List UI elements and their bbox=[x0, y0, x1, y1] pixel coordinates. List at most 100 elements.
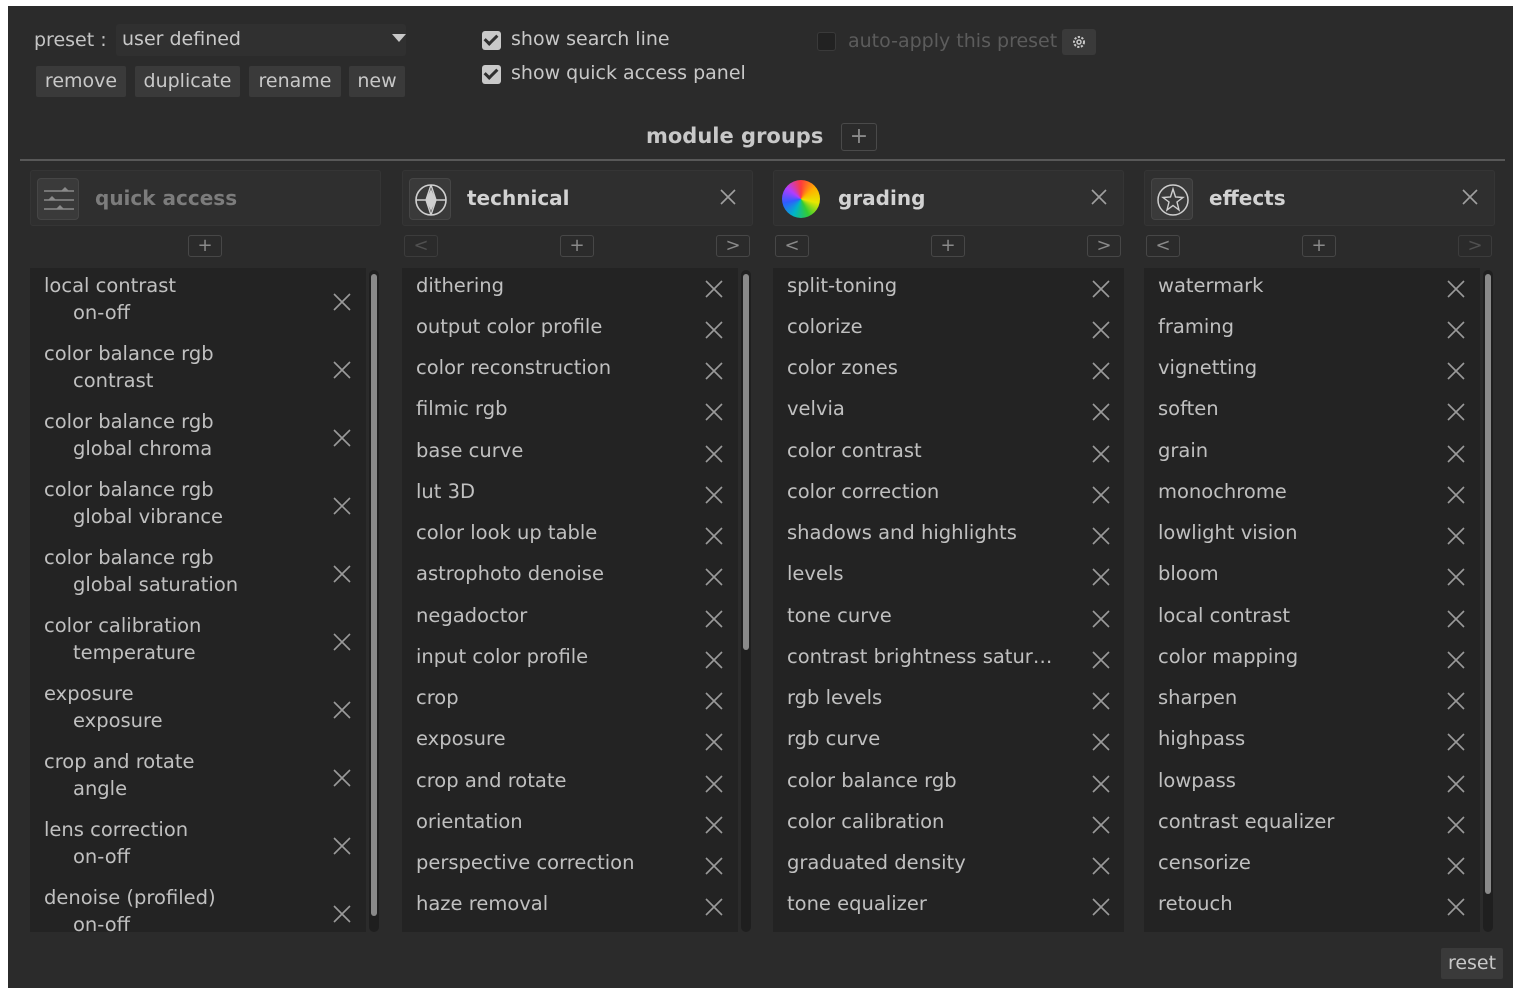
list-item: graduated density bbox=[773, 845, 1124, 886]
add-module-button[interactable]: + bbox=[188, 235, 222, 257]
close-icon[interactable] bbox=[704, 609, 724, 629]
close-icon[interactable] bbox=[1091, 815, 1111, 835]
close-icon[interactable] bbox=[1089, 187, 1109, 207]
close-icon[interactable] bbox=[1091, 361, 1111, 381]
close-icon[interactable] bbox=[1446, 567, 1466, 587]
close-icon[interactable] bbox=[1446, 897, 1466, 917]
close-icon[interactable] bbox=[1446, 732, 1466, 752]
close-icon[interactable] bbox=[1446, 691, 1466, 711]
group-header[interactable]: technical bbox=[402, 170, 753, 226]
close-icon[interactable] bbox=[704, 650, 724, 670]
close-icon[interactable] bbox=[1091, 485, 1111, 505]
list-item: crop bbox=[402, 680, 738, 721]
close-icon[interactable] bbox=[1091, 320, 1111, 340]
rename-button[interactable]: rename bbox=[249, 66, 341, 97]
group-name: quick access bbox=[95, 186, 238, 210]
close-icon[interactable] bbox=[332, 632, 352, 652]
close-icon[interactable] bbox=[1091, 567, 1111, 587]
close-icon[interactable] bbox=[704, 402, 724, 422]
move-right-button[interactable]: > bbox=[1458, 235, 1492, 257]
close-icon[interactable] bbox=[704, 856, 724, 876]
scrollbar[interactable] bbox=[369, 270, 379, 932]
close-icon[interactable] bbox=[1091, 856, 1111, 876]
close-icon[interactable] bbox=[1446, 815, 1466, 835]
add-module-button[interactable]: + bbox=[931, 235, 965, 257]
list-item: shadows and highlights bbox=[773, 515, 1124, 556]
close-icon[interactable] bbox=[1446, 774, 1466, 794]
close-icon[interactable] bbox=[332, 496, 352, 516]
close-icon[interactable] bbox=[1091, 897, 1111, 917]
show-quick-access-panel-checkbox[interactable] bbox=[482, 65, 501, 84]
reset-button[interactable]: reset bbox=[1441, 948, 1503, 979]
close-icon[interactable] bbox=[1446, 650, 1466, 670]
close-icon[interactable] bbox=[704, 691, 724, 711]
duplicate-button[interactable]: duplicate bbox=[135, 66, 240, 97]
close-icon[interactable] bbox=[1091, 774, 1111, 794]
scrollbar-thumb[interactable] bbox=[1485, 274, 1491, 894]
close-icon[interactable] bbox=[704, 526, 724, 546]
scrollbar[interactable] bbox=[741, 270, 751, 932]
close-icon[interactable] bbox=[332, 564, 352, 584]
group-name: technical bbox=[467, 186, 570, 210]
scrollbar[interactable] bbox=[1483, 270, 1493, 932]
close-icon[interactable] bbox=[704, 815, 724, 835]
close-icon[interactable] bbox=[1446, 856, 1466, 876]
close-icon[interactable] bbox=[1446, 402, 1466, 422]
list-item: color balance rgb contrast bbox=[30, 336, 366, 404]
list-item: haze removal bbox=[402, 886, 738, 927]
close-icon[interactable] bbox=[704, 774, 724, 794]
close-icon[interactable] bbox=[1091, 609, 1111, 629]
move-left-button[interactable]: < bbox=[775, 235, 809, 257]
close-icon[interactable] bbox=[1091, 650, 1111, 670]
close-icon[interactable] bbox=[718, 187, 738, 207]
add-module-button[interactable]: + bbox=[560, 235, 594, 257]
close-icon[interactable] bbox=[1446, 526, 1466, 546]
close-icon[interactable] bbox=[1091, 691, 1111, 711]
close-icon[interactable] bbox=[704, 485, 724, 505]
close-icon[interactable] bbox=[1446, 444, 1466, 464]
close-icon[interactable] bbox=[1446, 361, 1466, 381]
close-icon[interactable] bbox=[704, 444, 724, 464]
close-icon[interactable] bbox=[332, 292, 352, 312]
close-icon[interactable] bbox=[332, 428, 352, 448]
gear-button[interactable] bbox=[1062, 29, 1096, 55]
close-icon[interactable] bbox=[1446, 279, 1466, 299]
group-header[interactable]: grading bbox=[773, 170, 1124, 226]
move-right-button[interactable]: > bbox=[716, 235, 750, 257]
close-icon[interactable] bbox=[704, 320, 724, 340]
group-header[interactable]: effects bbox=[1144, 170, 1495, 226]
auto-apply-checkbox[interactable] bbox=[817, 32, 836, 51]
move-right-button[interactable]: > bbox=[1087, 235, 1121, 257]
close-icon[interactable] bbox=[704, 897, 724, 917]
show-search-line-checkbox[interactable] bbox=[482, 31, 501, 50]
close-icon[interactable] bbox=[1091, 732, 1111, 752]
close-icon[interactable] bbox=[704, 732, 724, 752]
close-icon[interactable] bbox=[704, 361, 724, 381]
list-item: split-toning bbox=[773, 268, 1124, 309]
close-icon[interactable] bbox=[1446, 320, 1466, 340]
close-icon[interactable] bbox=[332, 768, 352, 788]
move-left-button[interactable]: < bbox=[1146, 235, 1180, 257]
close-icon[interactable] bbox=[332, 904, 352, 924]
close-icon[interactable] bbox=[1091, 444, 1111, 464]
close-icon[interactable] bbox=[1460, 187, 1480, 207]
module-list: split-toning colorize color zones velvia… bbox=[773, 268, 1124, 932]
close-icon[interactable] bbox=[1091, 279, 1111, 299]
add-module-button[interactable]: + bbox=[1302, 235, 1336, 257]
remove-button[interactable]: remove bbox=[36, 66, 126, 97]
close-icon[interactable] bbox=[332, 360, 352, 380]
new-button[interactable]: new bbox=[349, 66, 405, 97]
preset-combobox[interactable]: user defined bbox=[116, 24, 406, 56]
close-icon[interactable] bbox=[1446, 609, 1466, 629]
close-icon[interactable] bbox=[1446, 485, 1466, 505]
close-icon[interactable] bbox=[1091, 526, 1111, 546]
close-icon[interactable] bbox=[704, 279, 724, 299]
close-icon[interactable] bbox=[704, 567, 724, 587]
close-icon[interactable] bbox=[332, 836, 352, 856]
add-group-button[interactable]: + bbox=[841, 123, 877, 151]
close-icon[interactable] bbox=[1091, 402, 1111, 422]
scrollbar-thumb[interactable] bbox=[371, 274, 377, 916]
scrollbar-thumb[interactable] bbox=[743, 274, 749, 650]
move-left-button[interactable]: < bbox=[404, 235, 438, 257]
close-icon[interactable] bbox=[332, 700, 352, 720]
